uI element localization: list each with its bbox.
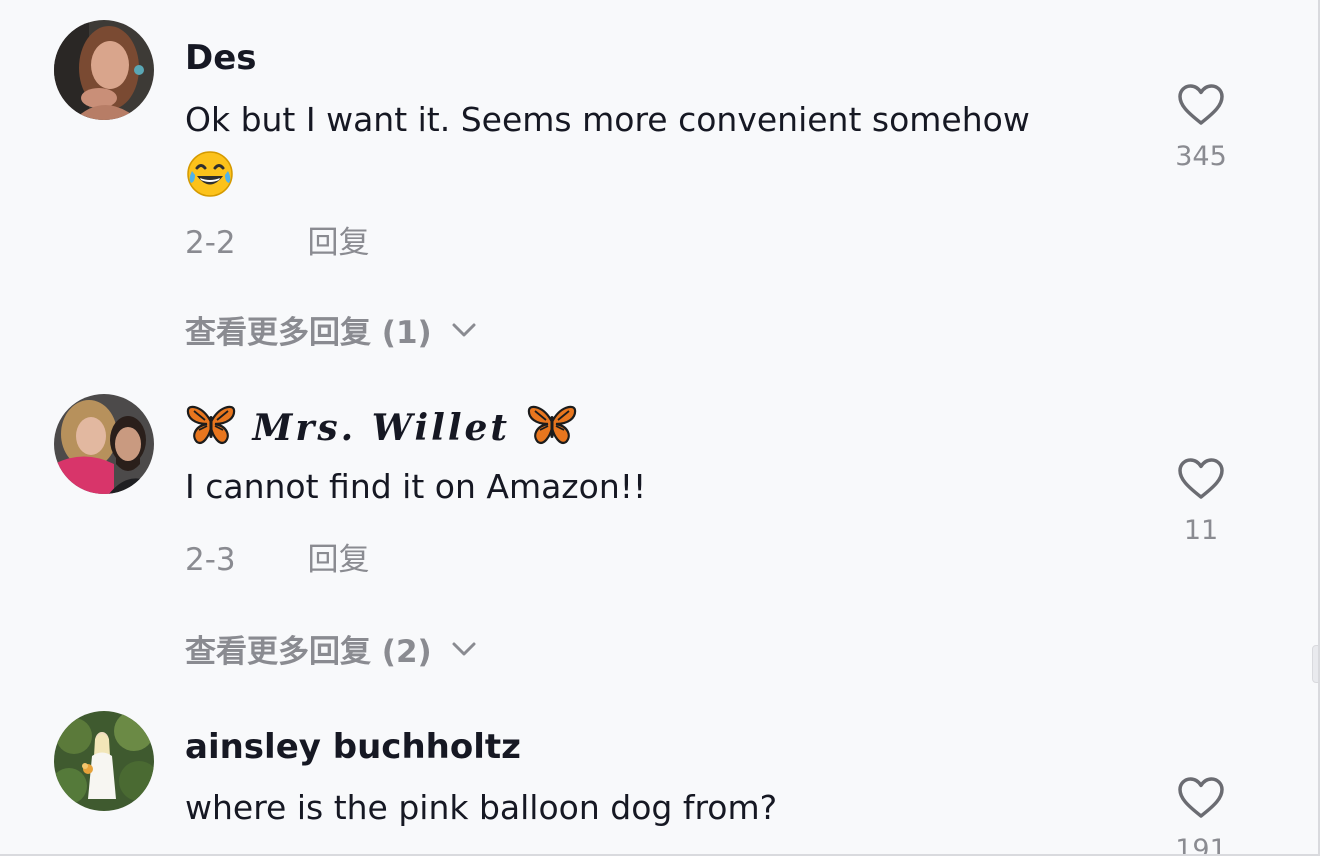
comment-text: where is the pink balloon dog from? <box>185 783 1115 833</box>
username-text: Mrs. Willet <box>252 407 511 449</box>
comment-date: 2-2 <box>185 225 236 261</box>
avatar[interactable] <box>54 711 154 811</box>
username[interactable]: ainsley buchholtz <box>185 727 521 767</box>
comment-meta: 2-3 回复 <box>185 534 370 579</box>
avatar[interactable] <box>54 20 154 120</box>
view-more-replies-label: 查看更多回复 (1) <box>185 315 432 351</box>
heart-outline-icon[interactable] <box>1177 457 1225 501</box>
butterfly-icon <box>527 405 576 444</box>
comment-text: I cannot find it on Amazon!! <box>185 462 1115 512</box>
chevron-down-icon <box>452 642 476 655</box>
view-more-replies-label: 查看更多回复 (2) <box>185 634 432 670</box>
scrollbar-thumb[interactable] <box>1312 645 1318 683</box>
comment-date: 2-3 <box>185 542 236 578</box>
butterfly-icon <box>186 405 236 444</box>
view-more-replies[interactable]: 查看更多回复 (2) <box>185 626 478 671</box>
comment-meta: 2-2 回复 <box>185 217 370 262</box>
heart-outline-icon[interactable] <box>1177 83 1225 127</box>
like-button[interactable]: 345 <box>1160 83 1242 172</box>
like-count: 11 <box>1183 515 1219 546</box>
avatar[interactable] <box>54 394 154 494</box>
comment-list: Des Ok but I want it. Seems more conveni… <box>0 0 1320 856</box>
chevron-down-icon <box>452 323 476 336</box>
comment-body: Ok but I want it. Seems more convenient … <box>185 100 1030 139</box>
username[interactable]: Des <box>185 38 257 78</box>
heart-outline-icon[interactable] <box>1177 776 1225 820</box>
like-button[interactable]: 11 <box>1160 457 1242 546</box>
like-count: 345 <box>1175 141 1227 172</box>
laughing-tears-emoji-icon <box>185 149 235 199</box>
comment-body: I cannot find it on Amazon!! <box>185 467 647 506</box>
like-button[interactable]: 191 <box>1160 776 1242 856</box>
like-count: 191 <box>1175 834 1227 856</box>
reply-button[interactable]: 回复 <box>308 542 370 578</box>
view-more-replies[interactable]: 查看更多回复 (1) <box>185 307 478 352</box>
username[interactable]: Mrs. Willet <box>185 402 578 449</box>
comment-body: where is the pink balloon dog from? <box>185 788 778 827</box>
reply-button[interactable]: 回复 <box>308 225 370 261</box>
comment-text: Ok but I want it. Seems more convenient … <box>185 95 1115 199</box>
